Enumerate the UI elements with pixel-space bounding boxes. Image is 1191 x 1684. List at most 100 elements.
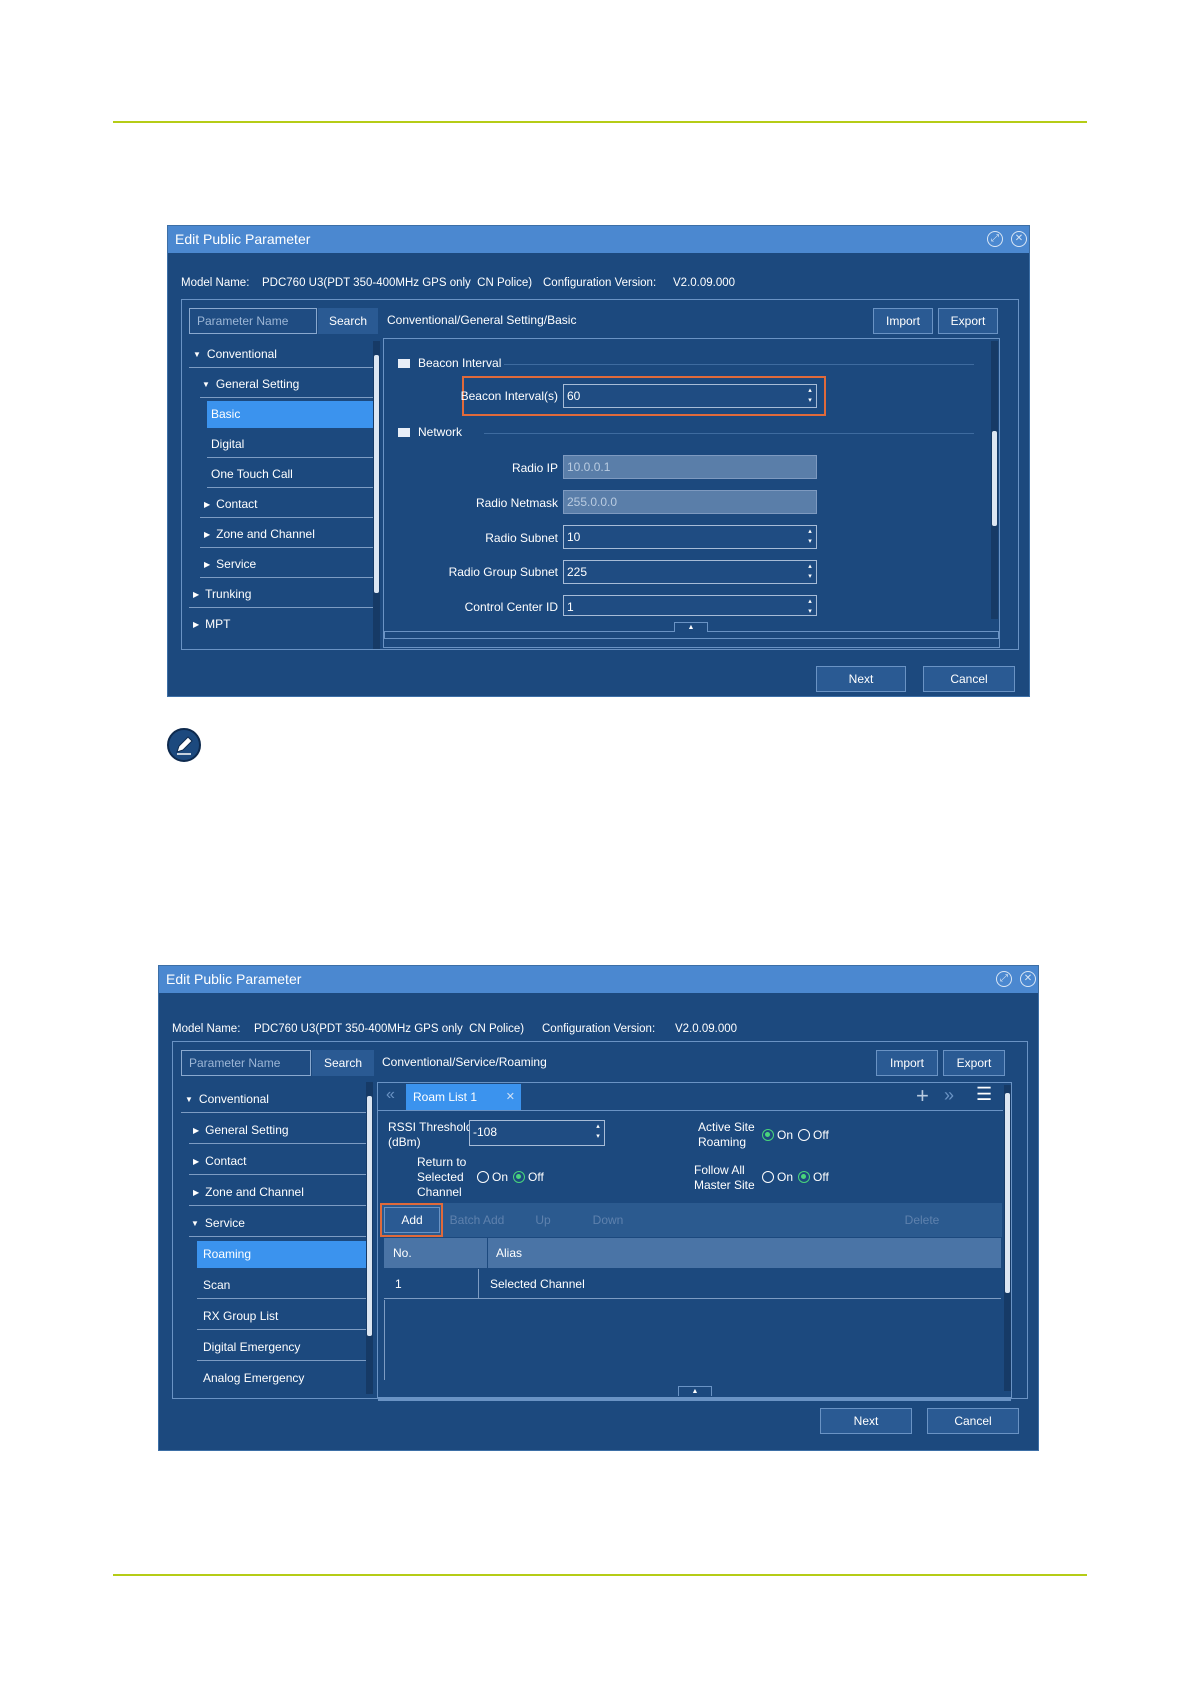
add-tab-icon[interactable]: + <box>916 1083 929 1109</box>
expanded-icon: ▼ <box>185 1095 193 1104</box>
scroll-left-icon[interactable]: « <box>386 1086 395 1104</box>
menu-icon[interactable]: ☰ <box>976 1084 992 1105</box>
tree-scrollbar[interactable] <box>366 1082 373 1394</box>
close-icon[interactable]: ✕ <box>1011 231 1027 247</box>
next-button[interactable]: Next <box>816 666 906 692</box>
export-button[interactable]: Export <box>943 1050 1005 1076</box>
tab-roam-list-1[interactable]: Roam List 1 ✕ <box>406 1084 521 1110</box>
tree-item-mpt[interactable]: ▶ MPT <box>189 611 377 638</box>
radio-ip-input: 10.0.0.1 <box>563 455 817 479</box>
scroll-thumb[interactable] <box>992 431 997 526</box>
window-title: Edit Public Parameter <box>175 231 311 247</box>
search-button[interactable]: Search <box>318 308 378 334</box>
spinner-icon[interactable]: ▴ ▾ <box>806 597 814 617</box>
restore-icon[interactable]: ⤢ <box>996 971 1012 987</box>
batch-add-button[interactable]: Batch Add <box>446 1207 508 1233</box>
beacon-interval-input[interactable]: 60 ▴ ▾ <box>563 384 817 408</box>
tab-bar: « Roam List 1 ✕ + » ☰ <box>378 1083 1003 1111</box>
content-scrollbar[interactable] <box>991 341 998 619</box>
tree-item-analog-emergency[interactable]: Analog Emergency <box>197 1365 371 1392</box>
title-bar: Edit Public Parameter ⤢ ✕ <box>159 966 1038 993</box>
follow-off-radio[interactable]: Off <box>798 1170 829 1184</box>
window-title: Edit Public Parameter <box>166 971 302 987</box>
tree-item-zone-and-channel[interactable]: ▶ Zone and Channel <box>189 1179 371 1206</box>
cell-no: 1 <box>395 1277 402 1291</box>
table-empty-area <box>384 1300 1001 1380</box>
tree-item-one-touch-call[interactable]: One Touch Call <box>207 461 377 488</box>
tree-item-roaming[interactable]: Roaming <box>197 1241 371 1268</box>
scroll-right-icon[interactable]: » <box>944 1085 954 1106</box>
return-on-radio[interactable]: On <box>477 1170 508 1184</box>
cancel-button[interactable]: Cancel <box>927 1408 1019 1434</box>
tree-label: Digital <box>211 437 245 451</box>
spinner-icon[interactable]: ▴ ▾ <box>594 1122 602 1142</box>
up-button[interactable]: Up <box>513 1207 573 1233</box>
spinner-icon[interactable]: ▴ ▾ <box>806 527 814 547</box>
tree-item-general-setting[interactable]: ▶ General Setting <box>189 1117 371 1144</box>
spinner-icon[interactable]: ▴ ▾ <box>806 386 814 406</box>
tree-item-digital-emergency[interactable]: Digital Emergency <box>197 1334 371 1361</box>
active-site-on-radio[interactable]: On <box>762 1128 793 1142</box>
radio-group-subnet-input[interactable]: 225 ▴ ▾ <box>563 560 817 584</box>
tree-item-conventional[interactable]: ▼ Conventional <box>189 341 377 368</box>
search-button[interactable]: Search <box>312 1050 374 1076</box>
tree-item-scan[interactable]: Scan <box>197 1272 371 1299</box>
tree-item-service[interactable]: ▶ Service <box>200 551 377 578</box>
tree-item-conventional[interactable]: ▼ Conventional <box>181 1086 371 1113</box>
scroll-thumb[interactable] <box>374 355 379 593</box>
tree-item-zone-and-channel[interactable]: ▶ Zone and Channel <box>200 521 377 548</box>
radio-subnet-input[interactable]: 10 ▴ ▾ <box>563 525 817 549</box>
tree-item-digital[interactable]: Digital <box>207 431 377 458</box>
note-pencil-icon <box>167 728 201 762</box>
active-site-roaming-label: Active Site Roaming <box>698 1120 755 1149</box>
control-center-id-input[interactable]: 1 ▴ ▾ <box>563 595 817 616</box>
scroll-thumb[interactable] <box>1005 1093 1010 1293</box>
collapsed-icon: ▶ <box>204 530 211 539</box>
follow-on-radio[interactable]: On <box>762 1170 793 1184</box>
rssi-threshold-input[interactable]: -108 ▴ ▾ <box>469 1120 605 1146</box>
cancel-button[interactable]: Cancel <box>923 666 1015 692</box>
tree-label: MPT <box>205 617 231 631</box>
tree-item-service[interactable]: ▼ Service <box>189 1210 371 1237</box>
model-name-value: PDC760 U3(PDT 350-400MHz GPS only CN Pol… <box>262 277 533 289</box>
parameter-search-input[interactable]: Parameter Name <box>181 1050 311 1076</box>
tree-item-rx-group-list[interactable]: RX Group List <box>197 1303 371 1330</box>
roaming-content: « Roam List 1 ✕ + » ☰ RSSI Threshold (dBm)… <box>377 1082 1012 1401</box>
scroll-thumb[interactable] <box>367 1096 372 1336</box>
section-beacon-interval: Beacon Interval <box>398 356 501 370</box>
tree-label: Analog Emergency <box>203 1371 305 1385</box>
return-off-radio[interactable]: Off <box>513 1170 544 1184</box>
parameter-search-input[interactable]: Parameter Name <box>189 308 317 334</box>
import-button[interactable]: Import <box>873 308 933 334</box>
section-network: Network <box>398 425 462 439</box>
expanded-icon: ▼ <box>191 1219 199 1228</box>
spinner-icon[interactable]: ▴ ▾ <box>806 562 814 582</box>
next-button[interactable]: Next <box>820 1408 912 1434</box>
tree-label: General Setting <box>205 1123 289 1137</box>
tree-item-contact[interactable]: ▶ Contact <box>189 1148 371 1175</box>
table-row[interactable]: 1 Selected Channel <box>384 1269 1001 1299</box>
restore-icon[interactable]: ⤢ <box>987 231 1003 247</box>
radio-ip-label: Radio IP <box>511 461 558 475</box>
down-button[interactable]: Down <box>578 1207 638 1233</box>
import-button[interactable]: Import <box>876 1050 938 1076</box>
tab-close-icon[interactable]: ✕ <box>506 1084 515 1110</box>
active-site-off-radio[interactable]: Off <box>798 1128 829 1142</box>
export-button[interactable]: Export <box>938 308 998 334</box>
horizontal-scrollbar[interactable] <box>378 1399 1011 1401</box>
close-icon[interactable]: ✕ <box>1020 971 1036 987</box>
tree-item-general-setting[interactable]: ▼ General Setting <box>200 371 377 398</box>
radio-netmask-label: Radio Netmask <box>475 496 558 510</box>
tree-item-contact[interactable]: ▶ Contact <box>200 491 377 518</box>
delete-button[interactable]: Delete <box>892 1207 952 1233</box>
config-version-label: Configuration Version: <box>543 277 657 289</box>
collapse-up-icon[interactable]: ▲ <box>674 622 708 632</box>
collapse-up-icon[interactable]: ▲ <box>678 1386 712 1396</box>
tree-item-basic[interactable]: Basic <box>207 401 377 428</box>
tree-scrollbar[interactable] <box>373 341 380 649</box>
tree-item-trunking[interactable]: ▶ Trunking <box>189 581 377 608</box>
tree-label: Contact <box>205 1154 247 1168</box>
control-center-id-label: Control Center ID <box>464 600 558 614</box>
config-version-value: V2.0.09.000 <box>673 277 736 289</box>
content-scrollbar[interactable] <box>1004 1085 1011 1391</box>
